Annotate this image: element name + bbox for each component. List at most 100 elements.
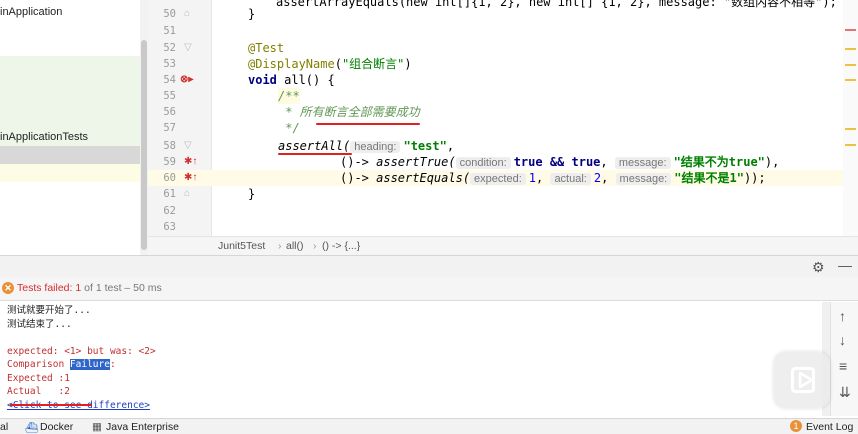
line-number: 56 (163, 106, 176, 118)
method-call: assertAll( (278, 139, 351, 153)
play-icon[interactable] (791, 367, 815, 393)
warning-marker[interactable] (845, 64, 856, 66)
annotation-underline (278, 153, 352, 155)
warning-marker[interactable] (845, 128, 856, 130)
project-item-application[interactable]: inApplication (0, 6, 62, 18)
breadcrumb-method[interactable]: all() (286, 240, 304, 252)
code-line-55[interactable]: 55 /** (148, 88, 858, 104)
warning-marker[interactable] (845, 48, 856, 50)
code-text: } (248, 7, 256, 21)
project-tree-row[interactable] (0, 164, 140, 182)
code-line-60[interactable]: 60 ✱↑ ()-> assertEquals(expected: 1, actu… (148, 170, 858, 186)
fold-icon[interactable]: ⌂ (184, 187, 190, 201)
test-status-bar: ✕ Tests failed: 1 of 1 test – 50 ms (0, 277, 858, 301)
code-line-53[interactable]: 53 @DisplayName("组合断言") (148, 56, 858, 72)
gear-icon[interactable]: ⚙ (812, 259, 825, 276)
test-failed-icon: ✕ (2, 282, 14, 294)
string-literal: "结果不为true" (673, 155, 765, 169)
annotation-text: @DisplayName (248, 57, 335, 71)
line-number: 63 (163, 221, 176, 233)
code-line-56[interactable]: 56 * 所有断言全部需要成功 (148, 104, 858, 120)
video-play-overlay[interactable] (774, 352, 830, 408)
line-number: 53 (163, 58, 176, 70)
failed-assertion-icon[interactable]: ✱↑ (184, 155, 197, 169)
line-number: 61 (163, 188, 176, 200)
lambda-arrow: ()-> (340, 155, 377, 169)
editor-scrollbar[interactable] (843, 0, 858, 236)
code-line-54[interactable]: 54 ⊗▸ void all() { (148, 72, 858, 88)
docker-icon: ⛴ (25, 422, 39, 434)
chevron-right-icon: › (313, 240, 317, 252)
project-item-application-tests[interactable]: inApplicationTests (0, 131, 88, 143)
line-number: 59 (163, 156, 176, 168)
scroll-to-end-icon[interactable]: ⇊ (839, 384, 851, 401)
error-marker[interactable] (845, 29, 856, 31)
warning-marker[interactable] (845, 79, 856, 81)
line-number: 51 (163, 25, 176, 37)
toolwindow-tab-java-enterprise[interactable]: Java Enterprise (106, 421, 179, 433)
project-tree-selected-row[interactable] (0, 146, 140, 164)
line-number: 58 (163, 140, 176, 152)
closing-parens: )); (743, 171, 766, 185)
toolwindow-tab-docker[interactable]: Docker (40, 421, 73, 433)
param-hint: message: (614, 157, 671, 169)
line-number: 62 (163, 205, 176, 217)
method-call: assertTrue( (376, 155, 456, 169)
minimize-icon[interactable]: — (838, 257, 852, 273)
annotation-underline (316, 123, 420, 125)
bottom-tool-bar: al ⛴ Docker ▦ Java Enterprise 1 Event Lo… (0, 418, 858, 434)
run-test-failed-icon[interactable]: ⊗▸ (180, 73, 193, 87)
line-number: 60 (163, 172, 176, 184)
keyword: void (248, 73, 277, 87)
code-line-58[interactable]: 58 ▽ assertAll(heading: "test", (148, 138, 858, 154)
arrow-up-icon[interactable]: ↑ (839, 308, 846, 324)
doc-comment: /** (278, 88, 300, 104)
breadcrumb-lambda[interactable]: () -> {...} (322, 240, 360, 252)
console-output[interactable]: 测试就要开始了... 测试结束了... expected: <1> but wa… (0, 302, 830, 416)
event-count-badge[interactable]: 1 (790, 420, 802, 432)
code-text: assertArrayEquals(new int[]{1, 2}, new i… (276, 0, 837, 9)
tests-failed-label: Tests failed: (17, 282, 73, 294)
number-literal: 1 (528, 171, 536, 185)
doc-comment: * 所有断言全部需要成功 (278, 105, 420, 119)
fold-icon[interactable]: ▽ (184, 41, 192, 55)
code-line-50[interactable]: 50 ⌂ assertArrayEquals(new int[]{1, 2}, … (148, 0, 858, 22)
string-literal: "组合断言" (341, 57, 405, 71)
method-signature: all() { (276, 73, 335, 87)
fold-icon[interactable]: ▽ (184, 139, 192, 153)
project-tool-window: inApplication inApplicationTests (0, 0, 148, 255)
console-line: 测试结束了... (7, 319, 72, 330)
arrow-down-icon[interactable]: ↓ (839, 332, 846, 348)
code-line-62[interactable]: 62 (148, 203, 858, 219)
code-text: @Test (248, 41, 285, 55)
line-number: 54 (163, 74, 176, 86)
selected-text: Failure (69, 359, 110, 370)
failed-assertion-icon[interactable]: ✱↑ (184, 171, 197, 185)
code-line-59[interactable]: 59 ✱↑ ()-> assertTrue(condition: true && … (148, 154, 858, 170)
toolwindow-tab-terminal[interactable]: al (0, 421, 8, 433)
code-line-61[interactable]: 61 ⌂ } (148, 186, 858, 202)
warning-marker[interactable] (845, 144, 856, 146)
project-scrollbar-thumb[interactable] (141, 40, 147, 250)
code-line-57[interactable]: 57 */ (148, 120, 858, 136)
condition-expression: true && true (513, 155, 601, 169)
line-number: 50 (163, 8, 176, 20)
soft-wrap-icon[interactable]: ≡ (839, 358, 847, 374)
console-toolbar: ↑ ↓ ≡ ⇊ (830, 302, 858, 416)
number-literal: 2 (593, 171, 602, 185)
fold-icon[interactable]: ⌂ (184, 7, 190, 21)
doc-comment: */ (278, 121, 300, 135)
breadcrumb-class[interactable]: Junit5Test (218, 240, 265, 252)
console-error-text: : (109, 359, 116, 370)
annotation-underline (10, 404, 92, 406)
code-editor[interactable]: 50 ⌂ assertArrayEquals(new int[]{1, 2}, … (148, 0, 858, 236)
line-number: 55 (163, 90, 176, 102)
code-line-52[interactable]: 52 ▽ @Test (148, 40, 858, 56)
project-scrollbar[interactable] (140, 0, 148, 255)
string-literal: "test" (403, 139, 447, 153)
event-log-button[interactable]: Event Log (806, 421, 853, 433)
code-line-51[interactable]: 51 (148, 23, 858, 39)
line-number: 57 (163, 122, 176, 134)
param-hint: actual: (550, 173, 591, 185)
code-line-63[interactable]: 63 (148, 219, 858, 235)
